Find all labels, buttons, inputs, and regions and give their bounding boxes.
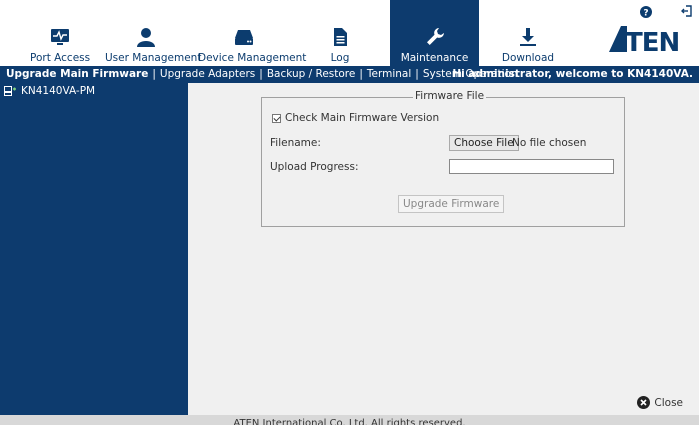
submenu-upgrade-adapters[interactable]: Upgrade Adapters [160,68,255,80]
close-label: Close [654,396,683,409]
nav-download-label: Download [501,52,555,64]
welcome-message: Hi administrator, welcome to KN4140VA. [452,68,693,80]
submenu-terminal[interactable]: Terminal [367,68,411,80]
submenu-bar: Upgrade Main Firmware | Upgrade Adapters | B… [0,66,699,83]
submenu-separator: | [259,68,263,80]
footer: ATEN International Co. Ltd. All rights r… [0,415,699,425]
svg-text:TEN: TEN [625,28,679,54]
main-panel: Firmware File Check Main Firmware Versio… [188,83,699,415]
logout-icon[interactable] [681,5,693,17]
monitor-pulse-icon [51,29,69,45]
close-icon [637,396,651,409]
download-icon [520,28,536,46]
nav-log[interactable]: Log [320,0,360,66]
sidebar-device-label: KN4140VA-PM [21,85,96,97]
nav-log-label: Log [330,52,350,64]
wrench-icon [426,28,444,45]
upgrade-firmware-button[interactable]: Upgrade Firmware [398,195,505,213]
user-icon [137,28,155,47]
footer-copyright: ATEN International Co. Ltd. All rights r… [233,418,466,425]
submenu-separator: | [359,68,363,80]
firmware-file-legend: Firmware File [413,90,487,102]
submenu-separator: | [152,68,156,80]
submenu-separator: | [415,68,419,80]
submenu-backup-restore[interactable]: Backup / Restore [267,68,356,80]
check-firmware-label: Check Main Firmware Version [285,112,440,124]
upload-progress-bar [449,159,614,174]
nav-port-access[interactable]: Port Access [30,0,90,66]
nav-device-management[interactable]: Device Management [198,0,307,66]
nav-download[interactable]: Download [498,0,558,66]
top-navigation: Port Access User Management Device Manag… [0,0,699,66]
sidebar: KN4140VA-PM [0,83,188,415]
submenu-upgrade-main-firmware[interactable]: Upgrade Main Firmware [6,68,148,80]
close-button[interactable]: Close [637,396,683,409]
upload-progress-label: Upload Progress: [270,161,359,173]
check-firmware-checkbox[interactable] [272,113,281,123]
sidebar-device-item[interactable]: KN4140VA-PM [4,85,95,97]
aten-logo: TEN [609,26,680,54]
choose-file-button[interactable]: Choose File [449,135,519,151]
help-icon[interactable]: ? [640,6,652,18]
nav-user-management-label: User Management [105,52,202,64]
nav-port-access-label: Port Access [30,52,91,64]
check-firmware-row: Check Main Firmware Version [272,112,439,124]
nav-device-management-label: Device Management [198,52,307,64]
nav-user-management[interactable]: User Management [105,0,202,66]
nav-maintenance[interactable]: Maintenance [390,0,479,66]
svg-text:?: ? [643,9,648,19]
firmware-file-fieldset: Firmware File Check Main Firmware Versio… [261,90,625,227]
device-drive-icon [235,30,253,45]
filename-label: Filename: [270,137,321,149]
file-status-text: No file chosen [512,137,587,149]
submenu-items: Upgrade Main Firmware | Upgrade Adapters | B… [6,66,518,83]
device-tree-icon [4,86,16,96]
nav-maintenance-label: Maintenance [400,52,469,64]
document-icon [334,28,347,46]
